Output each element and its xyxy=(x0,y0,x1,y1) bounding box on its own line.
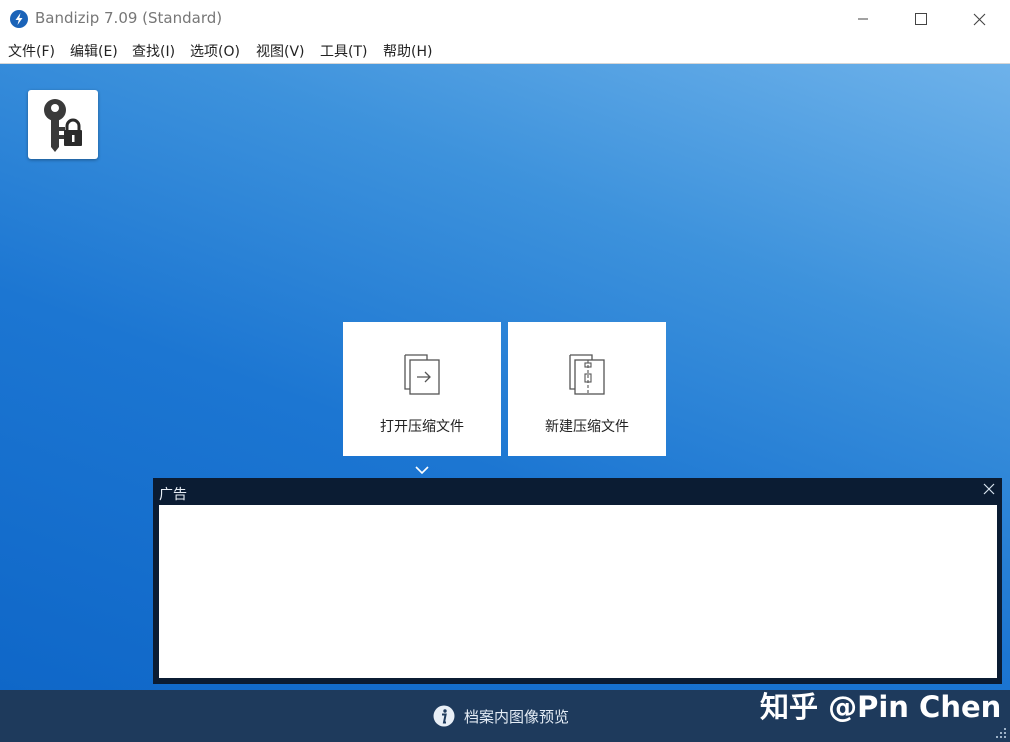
main-area: 打开压缩文件 新建压缩文件 广告 xyxy=(0,64,1010,690)
minimize-icon xyxy=(858,18,868,20)
info-icon[interactable] xyxy=(433,705,455,727)
ad-title: 广告 xyxy=(159,487,187,503)
ad-panel: 广告 xyxy=(153,478,1002,684)
chevron-down-icon[interactable] xyxy=(413,464,431,476)
title-bar: Bandizip 7.09 (Standard) xyxy=(0,0,1010,38)
open-archive-icon xyxy=(404,354,440,395)
resize-grip-icon[interactable] xyxy=(995,727,1007,739)
key-lock-icon xyxy=(44,98,82,152)
bandizip-app-icon xyxy=(10,10,28,28)
menu-view[interactable]: 视图(V) xyxy=(256,41,305,61)
close-button[interactable] xyxy=(950,0,1008,38)
menu-options[interactable]: 选项(O) xyxy=(190,41,240,61)
window-title: Bandizip 7.09 (Standard) xyxy=(35,9,223,27)
watermark: 知乎 @Pin Chen xyxy=(760,690,1002,724)
ad-content[interactable] xyxy=(159,505,997,678)
menu-find[interactable]: 查找(I) xyxy=(132,41,175,61)
menu-file[interactable]: 文件(F) xyxy=(8,41,55,61)
maximize-icon xyxy=(915,13,927,25)
password-manager-button[interactable] xyxy=(28,90,98,159)
minimize-button[interactable] xyxy=(834,0,892,38)
ad-close-icon[interactable] xyxy=(982,482,996,496)
menu-tools[interactable]: 工具(T) xyxy=(320,41,367,61)
open-archive-tile[interactable]: 打开压缩文件 xyxy=(343,322,501,456)
maximize-button[interactable] xyxy=(892,0,950,38)
close-icon xyxy=(973,13,985,25)
new-archive-icon xyxy=(569,354,605,395)
new-archive-label: 新建压缩文件 xyxy=(545,419,629,435)
open-archive-label: 打开压缩文件 xyxy=(380,419,464,435)
image-preview-link[interactable]: 档案内图像预览 xyxy=(464,706,569,727)
new-archive-tile[interactable]: 新建压缩文件 xyxy=(508,322,666,456)
menu-bar: 文件(F) 编辑(E) 查找(I) 选项(O) 视图(V) 工具(T) 帮助(H… xyxy=(0,38,1010,64)
bottom-bar: 档案内图像预览 知乎 @Pin Chen xyxy=(0,690,1010,742)
menu-edit[interactable]: 编辑(E) xyxy=(70,41,118,61)
menu-help[interactable]: 帮助(H) xyxy=(383,41,432,61)
